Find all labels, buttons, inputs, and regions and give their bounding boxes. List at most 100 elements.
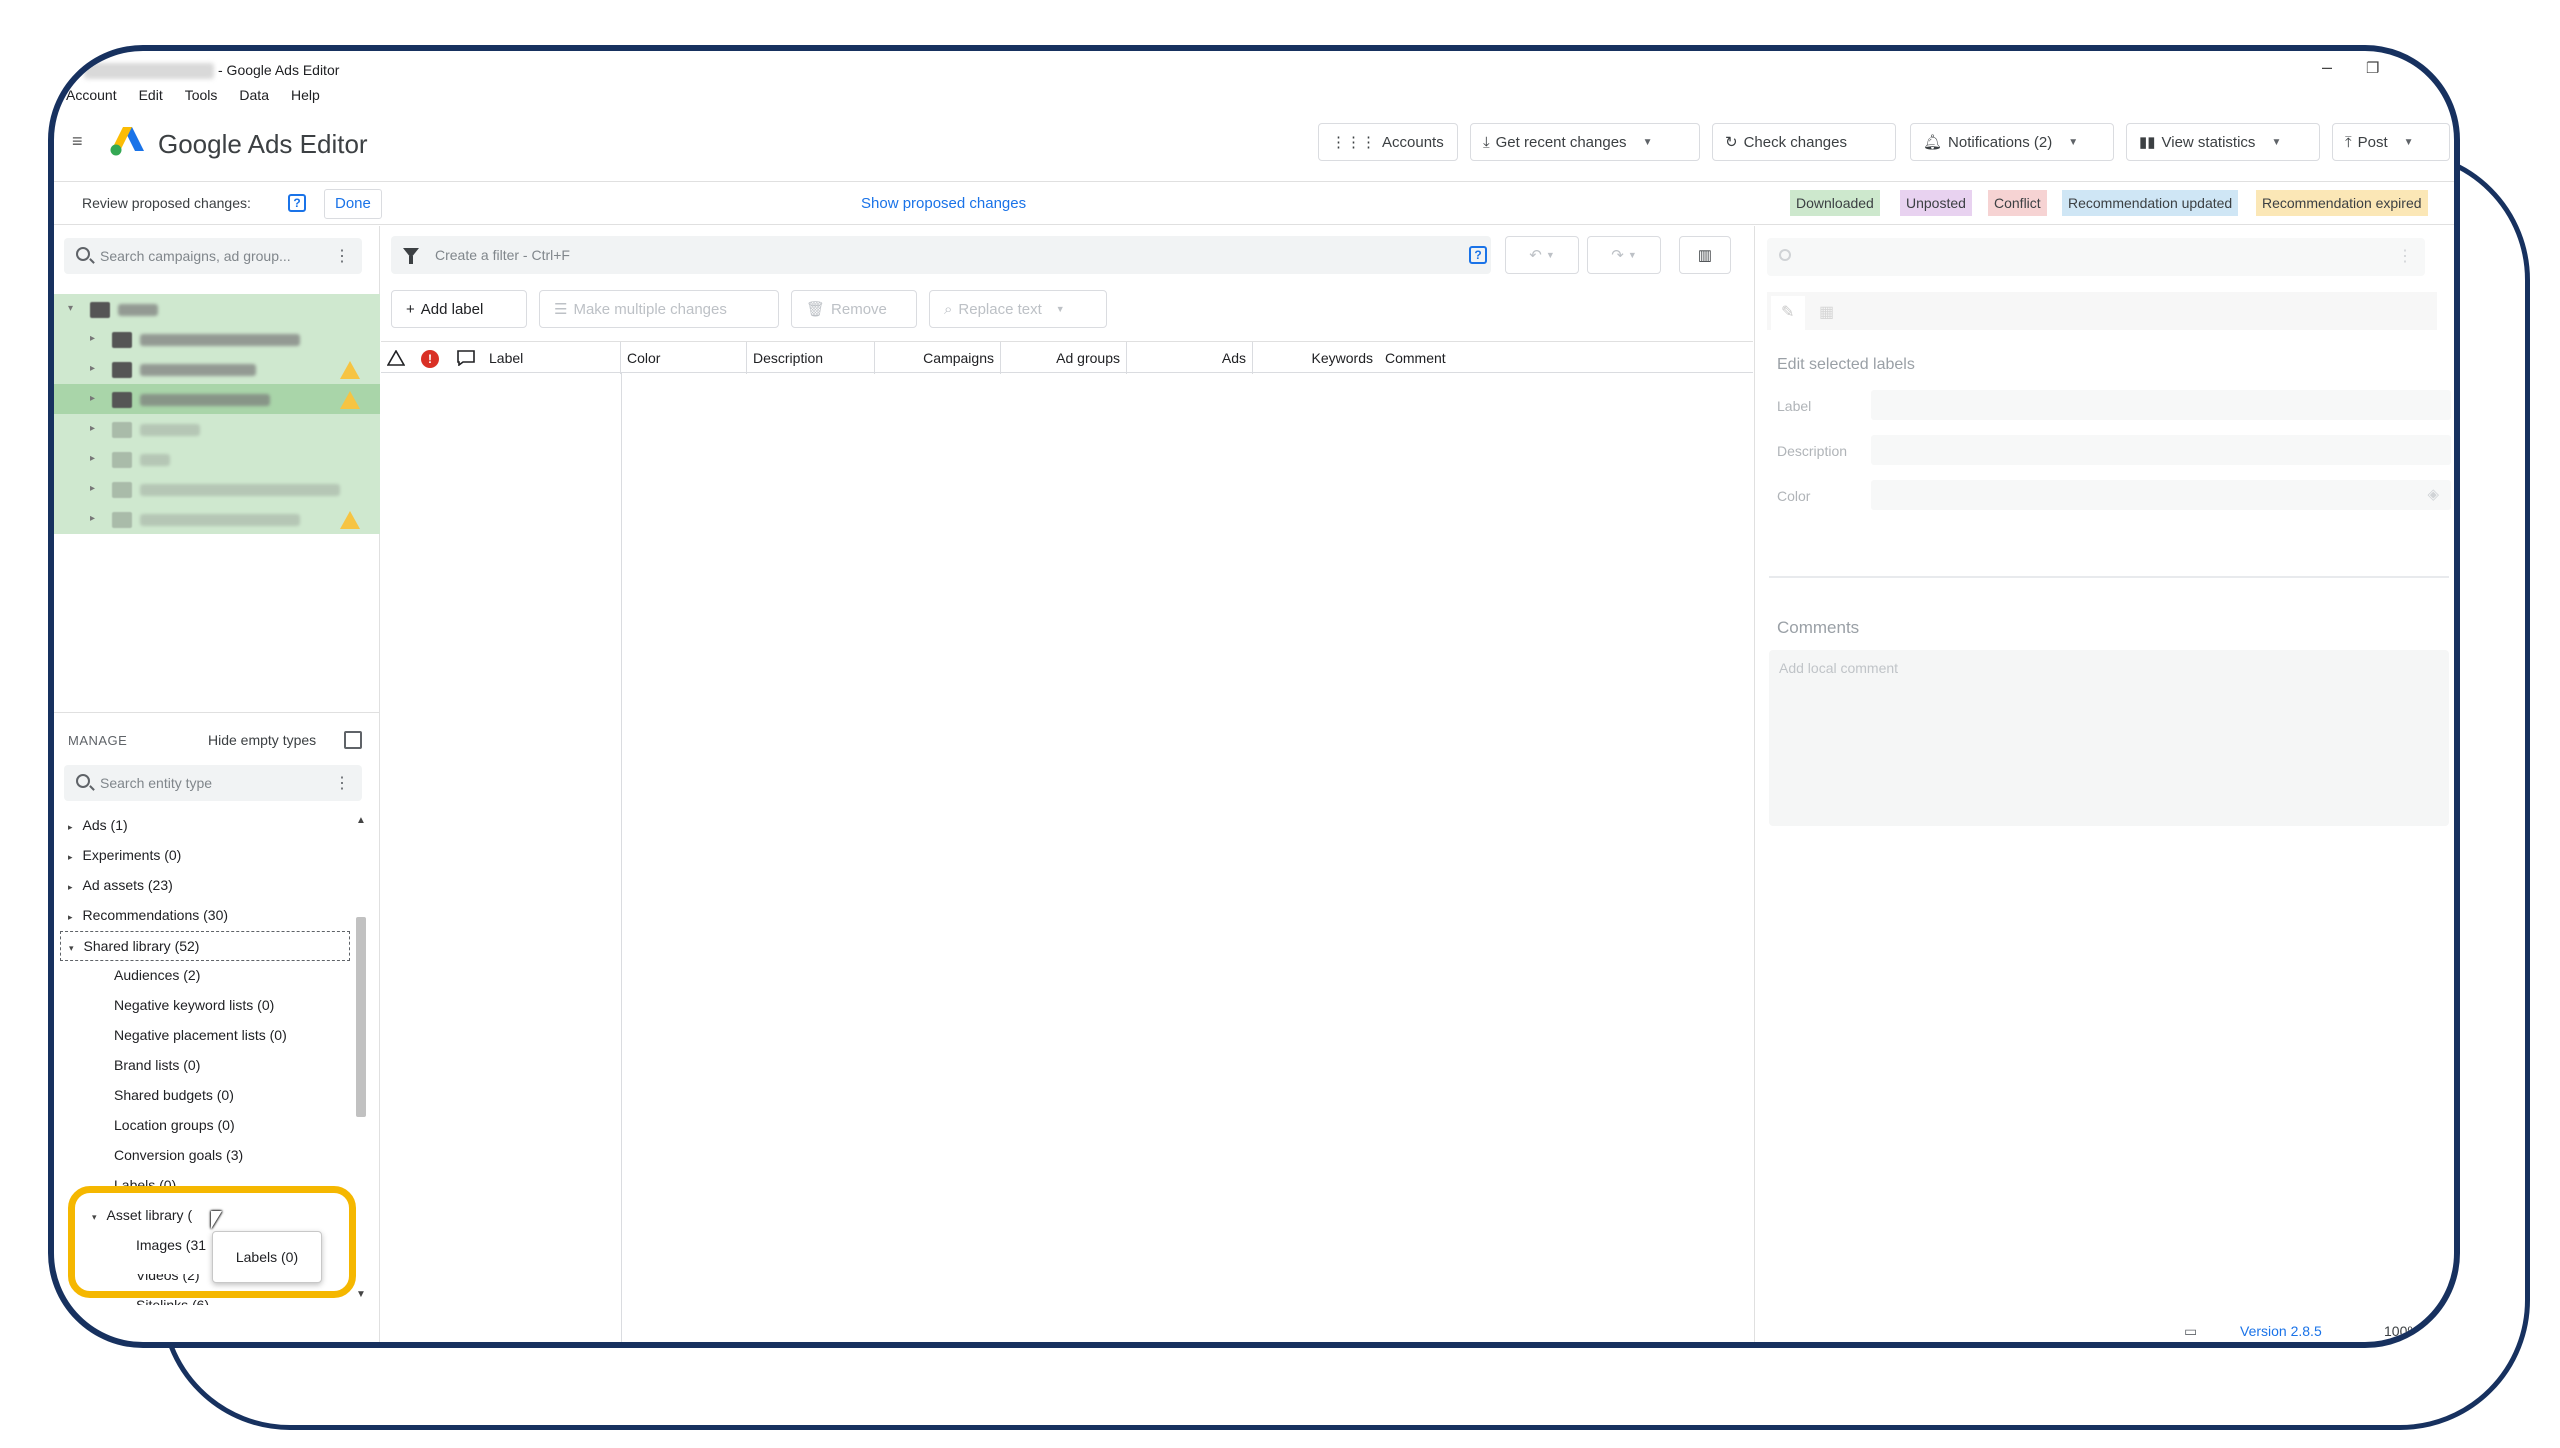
menu-account[interactable]: Account [66, 87, 117, 109]
entity-shared-budgets[interactable]: Shared budgets (0) [114, 1087, 234, 1103]
comment-column[interactable] [451, 342, 483, 374]
chevron-down-icon[interactable]: ▾ [68, 303, 73, 314]
column-header-color[interactable]: Color [621, 342, 747, 374]
chevron-down-icon[interactable]: ▼ [1546, 250, 1555, 260]
minimize-button[interactable]: – [2322, 57, 2332, 78]
more-options-icon[interactable]: ⋮ [334, 246, 350, 266]
history-tab[interactable]: ▦ [1809, 296, 1843, 330]
chevron-down-icon[interactable]: ▼ [2068, 137, 2078, 148]
entity-ad-assets[interactable]: ▸ Ad assets (23) [68, 877, 173, 893]
column-header-label[interactable]: Label [483, 342, 621, 374]
view-statistics-button[interactable]: ▮▮ View statistics ▼ [2126, 123, 2320, 161]
chevron-down-icon[interactable]: ▼ [2271, 137, 2281, 148]
chevron-right-icon[interactable]: ▸ [90, 363, 95, 374]
entity-audiences[interactable]: Audiences (2) [114, 967, 200, 983]
column-header-ads[interactable]: Ads [1127, 342, 1253, 374]
menu-edit[interactable]: Edit [139, 87, 163, 109]
label-input[interactable] [1871, 390, 2451, 420]
post-button[interactable]: ⤒ Post ▼ [2332, 123, 2450, 161]
entity-location-groups[interactable]: Location groups (0) [114, 1117, 235, 1133]
warning-column-icon[interactable] [381, 342, 417, 374]
entity-recommendations[interactable]: ▸ Recommendations (30) [68, 907, 228, 923]
column-header-ad-groups[interactable]: Ad groups [1001, 342, 1127, 374]
done-button[interactable]: Done [324, 189, 382, 219]
tree-row-campaign[interactable]: ▸ [54, 354, 380, 384]
restore-button[interactable]: ❐ [2366, 59, 2379, 77]
tree-row-campaign[interactable]: ▸ [54, 504, 380, 534]
comment-textarea[interactable]: Add local comment [1769, 650, 2449, 826]
check-changes-button[interactable]: ↻ Check changes [1712, 123, 1896, 161]
accounts-button[interactable]: ⋮⋮⋮ Accounts [1318, 123, 1458, 161]
scroll-up-icon[interactable]: ▲ [356, 815, 366, 826]
entity-conversion-goals[interactable]: Conversion goals (3) [114, 1147, 243, 1163]
entity-ads[interactable]: ▸ Ads (1) [68, 817, 128, 833]
hide-empty-types-checkbox[interactable] [344, 731, 362, 749]
entity-brand-lists[interactable]: Brand lists (0) [114, 1057, 200, 1073]
remove-button[interactable]: 🗑︎ Remove [791, 290, 917, 328]
tree-row-campaign[interactable]: ▸ [54, 324, 380, 354]
color-input[interactable]: ◈ [1871, 480, 2451, 510]
entity-shared-library[interactable]: ▾ Shared library (52) [60, 931, 350, 961]
campaign-search-input[interactable]: Search campaigns, ad group... ⋮ [64, 238, 362, 274]
columns-button[interactable]: ▥ [1679, 236, 1731, 274]
scrollbar-thumb[interactable] [356, 917, 366, 1117]
chevron-right-icon[interactable]: ▸ [68, 882, 73, 892]
filter-input[interactable]: Create a filter - Ctrl+F ? [391, 236, 1491, 274]
tree-row-campaign[interactable]: ▸ [54, 414, 380, 444]
chevron-down-icon[interactable]: ▾ [69, 943, 74, 953]
chevron-down-icon[interactable]: ▼ [2404, 137, 2414, 148]
get-recent-changes-button[interactable]: ⤓ Get recent changes ▼ [1470, 123, 1700, 161]
more-options-icon[interactable]: ⋮ [334, 773, 350, 793]
chevron-right-icon[interactable]: ▸ [90, 423, 95, 434]
chevron-right-icon[interactable]: ▸ [90, 483, 95, 494]
filter-help-icon[interactable]: ? [1469, 246, 1487, 264]
entity-negative-placement-lists[interactable]: Negative placement lists (0) [114, 1027, 287, 1043]
chevron-right-icon[interactable]: ▸ [90, 513, 95, 524]
scroll-down-icon[interactable]: ▼ [356, 1289, 366, 1300]
chevron-down-icon[interactable]: ▼ [1643, 137, 1653, 148]
paint-bucket-icon[interactable]: ◈ [2427, 485, 2439, 503]
menu-tools[interactable]: Tools [185, 87, 218, 109]
replace-text-button[interactable]: ⌕ Replace text ▼ [929, 290, 1107, 328]
column-header-comment[interactable]: Comment [1379, 342, 1519, 374]
entity-experiments[interactable]: ▸ Experiments (0) [68, 847, 181, 863]
menu-data[interactable]: Data [239, 87, 269, 109]
undo-button[interactable]: ↶ ▼ [1505, 236, 1579, 274]
description-input[interactable] [1871, 435, 2451, 465]
zoom-level[interactable]: 100% [2384, 1323, 2420, 1339]
help-icon[interactable]: ? [288, 194, 306, 212]
right-search-input[interactable]: ⋮ [1767, 238, 2425, 276]
chevron-right-icon[interactable]: ▸ [90, 333, 95, 344]
menu-icon[interactable]: ≡ [72, 131, 83, 152]
chevron-down-icon[interactable]: ▼ [1056, 304, 1065, 314]
version-link[interactable]: Version 2.8.5 [2240, 1323, 2322, 1339]
chevron-right-icon[interactable]: ▸ [68, 822, 73, 832]
redo-button[interactable]: ↷ ▼ [1587, 236, 1661, 274]
manage-scrollbar[interactable]: ▲ ▼ [354, 815, 368, 1305]
chevron-down-icon[interactable]: ▼ [1628, 250, 1637, 260]
chevron-right-icon[interactable]: ▸ [90, 393, 95, 404]
add-label-button[interactable]: + Add label [391, 290, 527, 328]
tree-row-campaign[interactable]: ▸ [54, 444, 380, 474]
more-options-icon[interactable]: ⋮ [2397, 246, 2413, 266]
chevron-right-icon[interactable]: ▸ [90, 453, 95, 464]
menu-help[interactable]: Help [291, 87, 320, 109]
edit-tab[interactable]: ✎ [1771, 296, 1805, 330]
notes-icon[interactable]: ▭ [2184, 1323, 2197, 1340]
column-header-description[interactable]: Description [747, 342, 875, 374]
column-header-campaigns[interactable]: Campaigns [875, 342, 1001, 374]
tree-row-campaign-selected[interactable]: ▸ [54, 384, 380, 414]
tree-row-account[interactable]: ▾ [54, 294, 380, 324]
entity-negative-keyword-lists[interactable]: Negative keyword lists (0) [114, 997, 274, 1013]
entity-sitelinks[interactable]: Sitelinks (6) [136, 1297, 209, 1305]
error-column[interactable]: ! [417, 342, 451, 374]
entity-search-input[interactable]: Search entity type ⋮ [64, 765, 362, 801]
chevron-right-icon[interactable]: ▸ [68, 852, 73, 862]
chevron-right-icon[interactable]: ▸ [68, 912, 73, 922]
make-multiple-changes-button[interactable]: ☰ Make multiple changes [539, 290, 779, 328]
tree-row-campaign[interactable]: ▸ [54, 474, 380, 504]
show-proposed-changes-link[interactable]: Show proposed changes [861, 195, 1026, 212]
column-header-keywords[interactable]: Keywords [1253, 342, 1379, 374]
upload-icon: ⤒ [2345, 133, 2352, 151]
notifications-button[interactable]: 🔔︎ Notifications (2) ▼ [1910, 123, 2114, 161]
